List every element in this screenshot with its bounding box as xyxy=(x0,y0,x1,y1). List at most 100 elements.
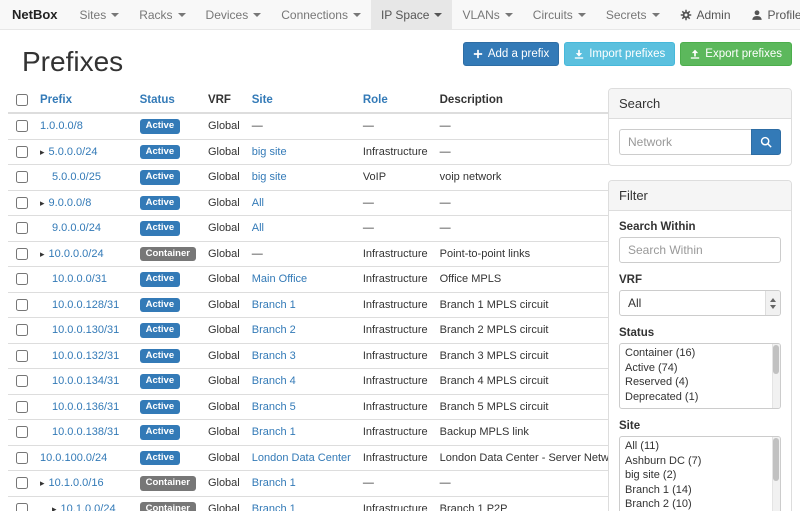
scrollbar[interactable] xyxy=(772,437,780,511)
site-link[interactable]: Branch 5 xyxy=(252,401,296,413)
row-checkbox[interactable] xyxy=(16,197,28,209)
nav-profile-link[interactable]: Profile xyxy=(741,0,800,29)
prefix-link[interactable]: 10.0.0.132/31 xyxy=(52,350,119,362)
scrollbar-thumb[interactable] xyxy=(773,438,779,481)
filter-option[interactable]: Branch 1 (14) xyxy=(620,483,780,498)
nav-item-devices[interactable]: Devices xyxy=(196,0,272,29)
prefix-tree: 9.0.0.0/24 xyxy=(40,222,101,234)
site-link[interactable]: big site xyxy=(252,171,287,183)
prefix-link[interactable]: 10.0.0.136/31 xyxy=(52,401,119,413)
select-all-checkbox[interactable] xyxy=(16,94,28,106)
site-link[interactable]: Branch 1 xyxy=(252,477,296,489)
prefix-tree: 1.0.0.0/8 xyxy=(40,120,83,132)
prefix-link[interactable]: 10.0.0.130/31 xyxy=(52,324,119,336)
prefix-link[interactable]: 10.1.0.0/16 xyxy=(49,477,104,489)
row-checkbox[interactable] xyxy=(16,273,28,285)
column-header-status[interactable]: Status xyxy=(134,88,202,113)
filter-option[interactable]: Ashburn DC (7) xyxy=(620,454,780,469)
vrf-value: Global xyxy=(208,248,240,260)
row-checkbox[interactable] xyxy=(16,120,28,132)
filter-option[interactable]: Deprecated (1) xyxy=(620,390,780,405)
filter-field-label: Search Within xyxy=(619,221,781,233)
prefix-cell: 10.0.0.130/31 xyxy=(34,318,134,344)
status-cell: Active xyxy=(134,343,202,369)
site-link[interactable]: Branch 1 xyxy=(252,503,296,511)
row-checkbox[interactable] xyxy=(16,146,28,158)
prefix-link[interactable]: 10.0.100.0/24 xyxy=(40,452,107,464)
site-cell: All xyxy=(246,216,357,242)
nav-item-racks[interactable]: Racks xyxy=(129,0,195,29)
prefix-link[interactable]: 5.0.0.0/24 xyxy=(49,146,98,158)
import-prefixes-button[interactable]: Import prefixes xyxy=(564,42,675,66)
add-a-prefix-button[interactable]: Add a prefix xyxy=(463,42,559,66)
row-checkbox[interactable] xyxy=(16,503,28,511)
filter-option[interactable]: Container (16) xyxy=(620,346,780,361)
nav-item-vlans[interactable]: VLANs xyxy=(452,0,522,29)
chevron-down-icon xyxy=(505,13,513,17)
prefix-link[interactable]: 9.0.0.0/8 xyxy=(49,197,92,209)
nav-admin-link[interactable]: Admin xyxy=(670,0,741,29)
nav-item-connections[interactable]: Connections xyxy=(271,0,371,29)
site-link[interactable]: big site xyxy=(252,146,287,158)
site-link[interactable]: Branch 1 xyxy=(252,426,296,438)
row-checkbox[interactable] xyxy=(16,452,28,464)
row-checkbox[interactable] xyxy=(16,299,28,311)
site-link[interactable]: All xyxy=(252,222,264,234)
site-link[interactable]: Branch 4 xyxy=(252,375,296,387)
site-link[interactable]: London Data Center xyxy=(252,452,351,464)
prefix-link[interactable]: 1.0.0.0/8 xyxy=(40,120,83,132)
site-link[interactable]: All xyxy=(252,197,264,209)
prefix-link[interactable]: 10.0.0.0/31 xyxy=(52,273,107,285)
column-header-site[interactable]: Site xyxy=(246,88,357,113)
row-checkbox[interactable] xyxy=(16,477,28,489)
filter-option[interactable]: big site (2) xyxy=(620,468,780,483)
row-select-cell xyxy=(8,318,34,344)
role-cell: Infrastructure xyxy=(357,292,434,318)
chevron-down-icon xyxy=(178,13,186,17)
search-button[interactable] xyxy=(751,129,781,155)
nav-item-label: Secrets xyxy=(606,8,647,22)
row-checkbox[interactable] xyxy=(16,375,28,387)
nav-item-circuits[interactable]: Circuits xyxy=(523,0,596,29)
nav-item-ip-space[interactable]: IP Space xyxy=(371,0,452,29)
row-checkbox[interactable] xyxy=(16,350,28,362)
column-header-role[interactable]: Role xyxy=(357,88,434,113)
nav-item-sites[interactable]: Sites xyxy=(70,0,130,29)
empty-value: — xyxy=(440,197,451,209)
prefix-link[interactable]: 10.1.0.0/24 xyxy=(61,503,116,511)
brand-link[interactable]: NetBox xyxy=(0,0,70,29)
prefix-link[interactable]: 5.0.0.0/25 xyxy=(52,171,101,183)
select-arrows-icon xyxy=(765,291,780,315)
description-cell: Branch 4 MPLS circuit xyxy=(434,369,631,395)
site-link[interactable]: Branch 3 xyxy=(252,350,296,362)
filter-option[interactable]: All (11) xyxy=(620,439,780,454)
filter-option[interactable]: Branch 2 (10) xyxy=(620,497,780,511)
row-checkbox[interactable] xyxy=(16,222,28,234)
nav-item-secrets[interactable]: Secrets xyxy=(596,0,670,29)
row-checkbox[interactable] xyxy=(16,401,28,413)
filter-select-vrf[interactable]: All xyxy=(619,290,781,316)
chevron-down-icon xyxy=(111,13,119,17)
row-checkbox[interactable] xyxy=(16,426,28,438)
prefix-link[interactable]: 10.0.0.134/31 xyxy=(52,375,119,387)
filter-input-search-within[interactable] xyxy=(619,237,781,263)
scrollbar[interactable] xyxy=(772,344,780,408)
status-cell: Active xyxy=(134,445,202,471)
site-link[interactable]: Main Office xyxy=(252,273,307,285)
prefix-link[interactable]: 10.0.0.128/31 xyxy=(52,299,119,311)
filter-option[interactable]: Active (74) xyxy=(620,361,780,376)
site-link[interactable]: Branch 1 xyxy=(252,299,296,311)
export-prefixes-button[interactable]: Export prefixes xyxy=(680,42,792,66)
row-checkbox[interactable] xyxy=(16,324,28,336)
row-checkbox[interactable] xyxy=(16,171,28,183)
site-link[interactable]: Branch 2 xyxy=(252,324,296,336)
prefix-link[interactable]: 10.0.0.138/31 xyxy=(52,426,119,438)
search-input[interactable] xyxy=(619,129,751,155)
prefix-link[interactable]: 10.0.0.0/24 xyxy=(49,248,104,260)
row-checkbox[interactable] xyxy=(16,248,28,260)
column-header-prefix[interactable]: Prefix xyxy=(34,88,134,113)
prefix-link[interactable]: 9.0.0.0/24 xyxy=(52,222,101,234)
filter-option[interactable]: Reserved (4) xyxy=(620,375,780,390)
vrf-cell: Global xyxy=(202,113,246,139)
scrollbar-thumb[interactable] xyxy=(773,345,779,374)
